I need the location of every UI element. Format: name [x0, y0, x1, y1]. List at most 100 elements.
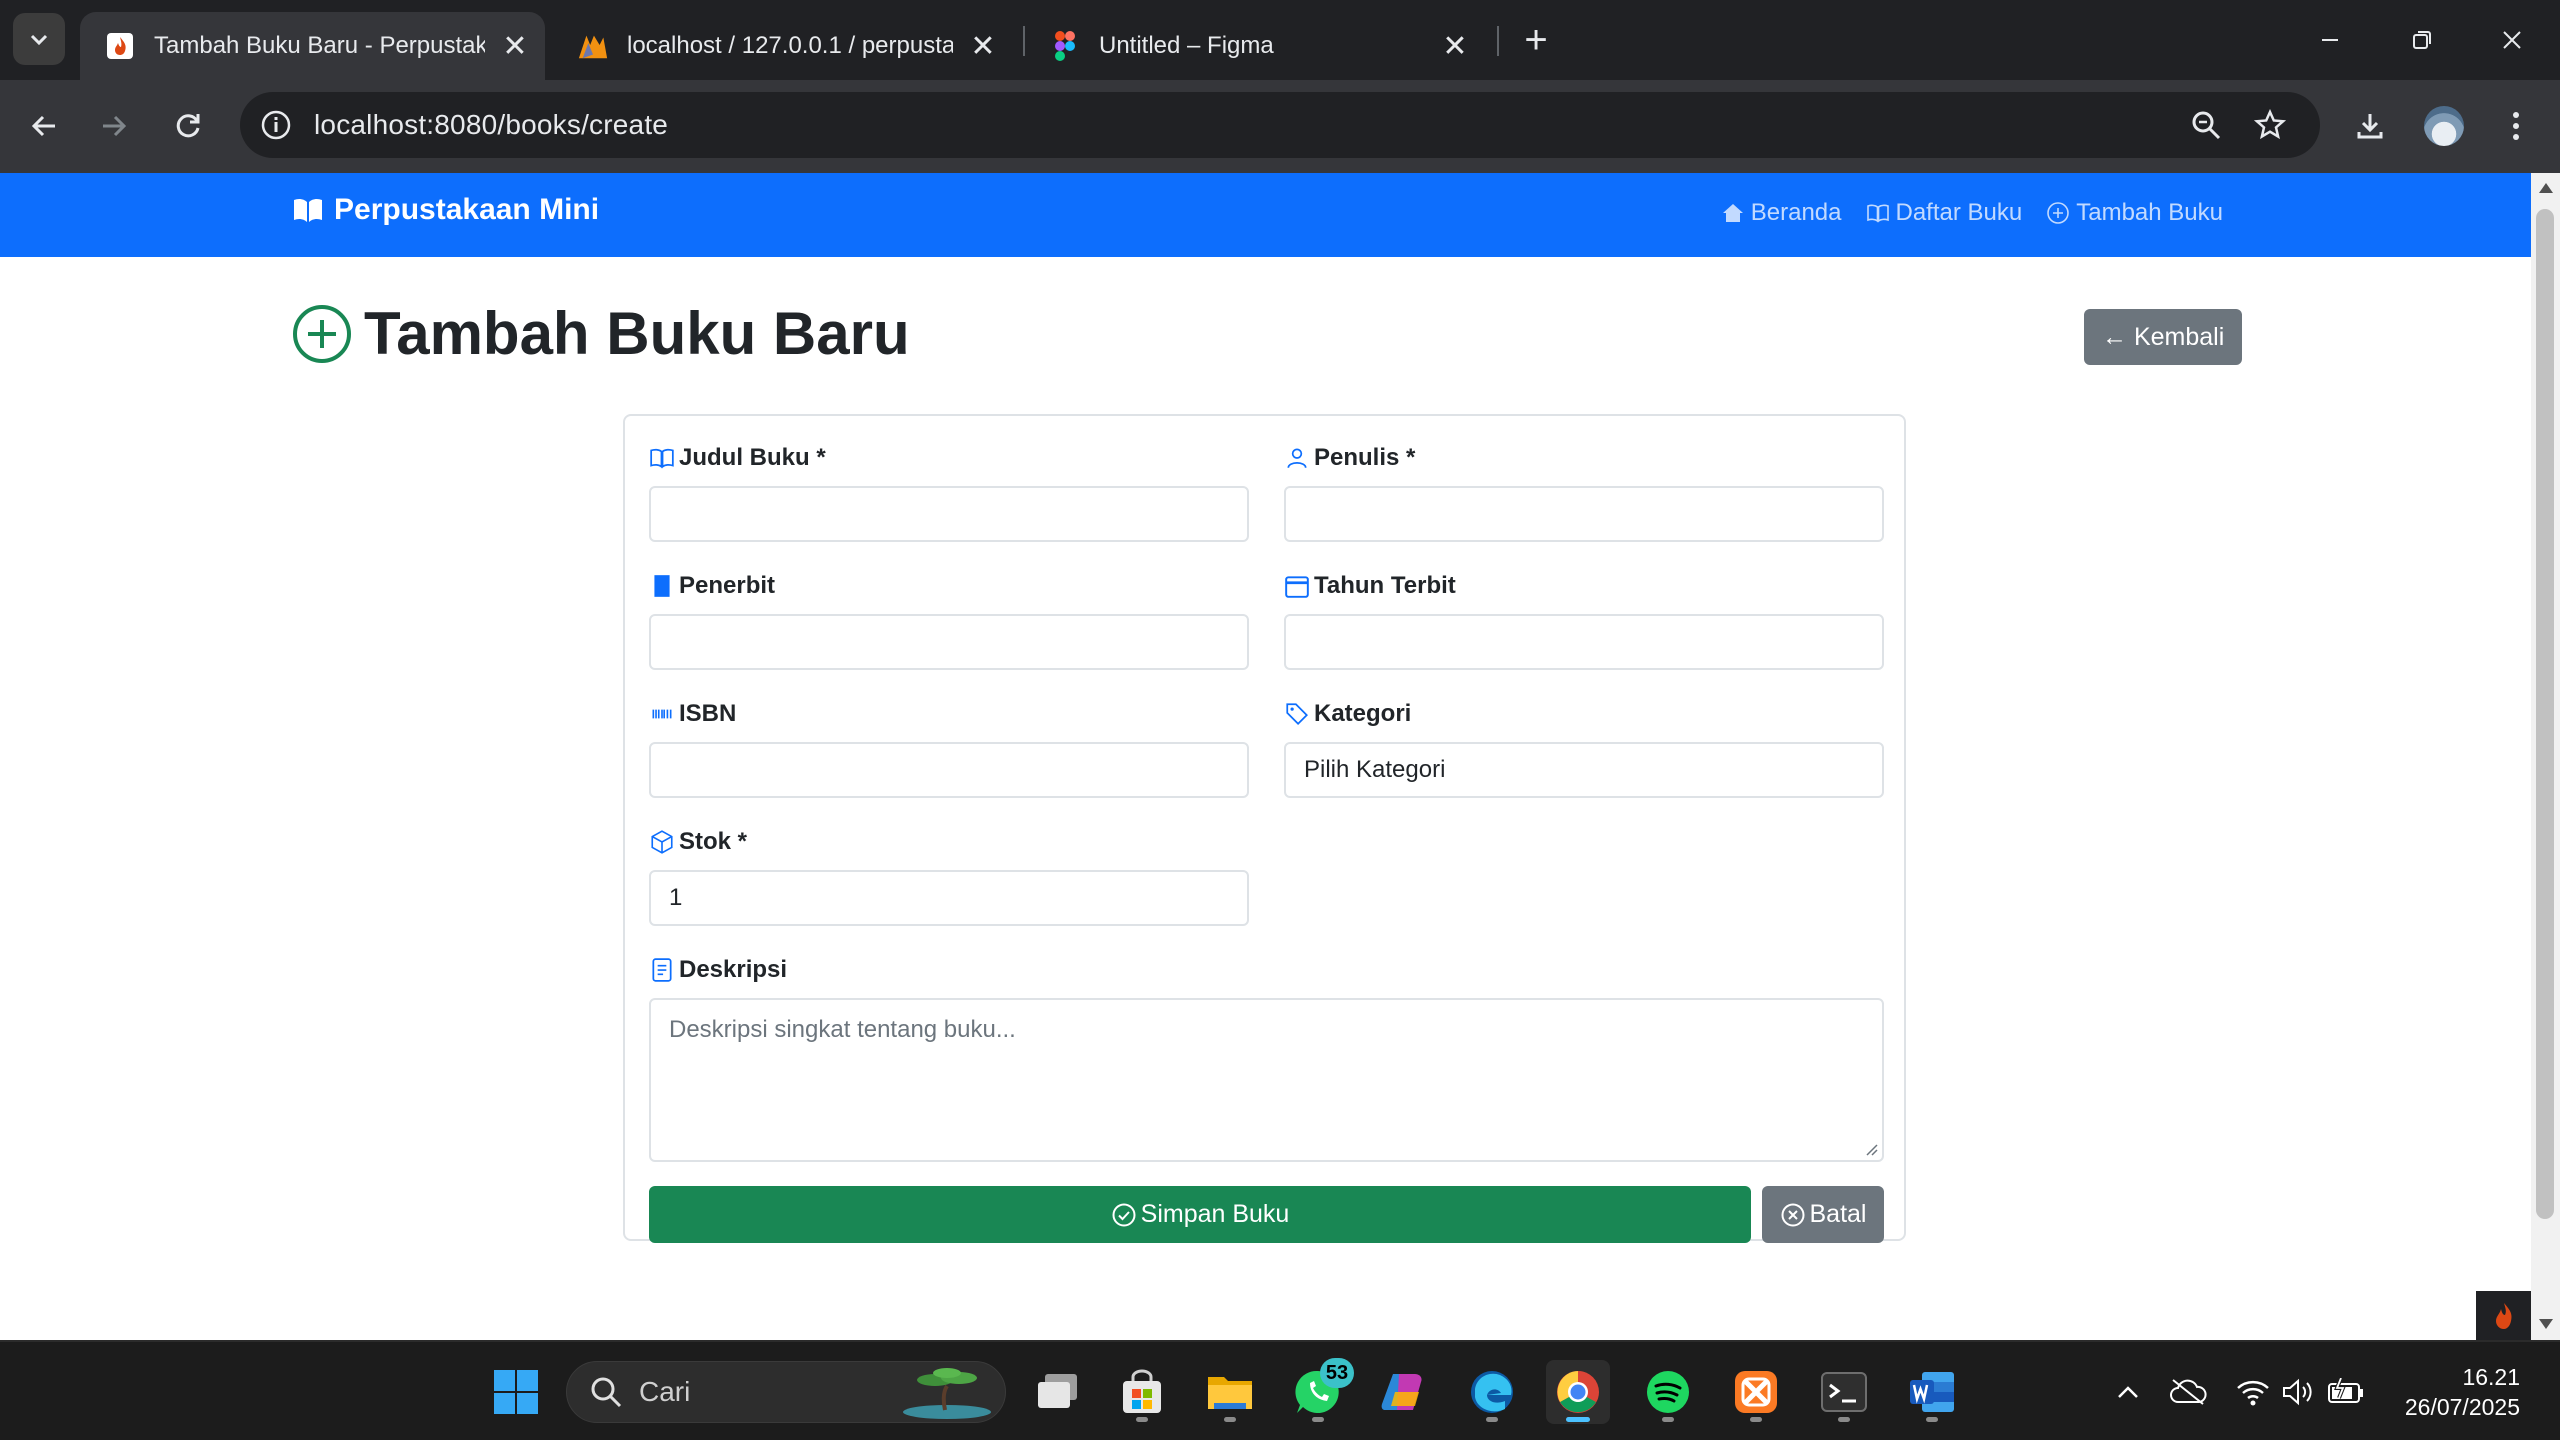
- clock-date: 26/07/2025: [2404, 1394, 2520, 1420]
- taskbar-search[interactable]: Cari: [566, 1361, 1006, 1423]
- penerbit-input[interactable]: [649, 614, 1249, 670]
- plus-circle-icon: [2047, 202, 2070, 224]
- task-view-button[interactable]: [1026, 1360, 1090, 1424]
- download-icon[interactable]: [2342, 98, 2398, 154]
- label-kategori: Kategori: [1284, 700, 1411, 728]
- taskbar-xampp[interactable]: [1724, 1360, 1788, 1424]
- wifi-icon[interactable]: [2234, 1374, 2272, 1410]
- taskbar-whatsapp[interactable]: 53: [1286, 1358, 1354, 1424]
- tab-separator: [1497, 26, 1499, 56]
- house-icon: [1722, 204, 1743, 222]
- scroll-up-icon[interactable]: [2539, 183, 2553, 193]
- taskbar-edge[interactable]: [1460, 1360, 1524, 1424]
- figma-icon: [1049, 30, 1081, 62]
- check-circle-icon: [1112, 1203, 1136, 1226]
- penulis-input[interactable]: [1284, 486, 1884, 542]
- taskbar-clock[interactable]: 16.21 26/07/2025: [2405, 1362, 2520, 1422]
- battery-charging-icon[interactable]: [2326, 1374, 2366, 1410]
- tab-search-button[interactable]: [13, 13, 65, 65]
- back-button[interactable]: ← Kembali: [2084, 309, 2243, 365]
- plus-circle-icon: [293, 304, 351, 363]
- nav-daftar-buku[interactable]: Daftar Buku: [1866, 199, 2022, 227]
- tab-active[interactable]: Tambah Buku Baru - Perpustakaan Mini ✕: [80, 12, 545, 80]
- taskbar-word[interactable]: [1900, 1360, 1964, 1424]
- simpan-buku-button[interactable]: Simpan Buku: [649, 1186, 1751, 1243]
- label-text: Tahun Terbit: [1314, 572, 1456, 599]
- reload-icon[interactable]: [160, 98, 216, 154]
- minimize-icon[interactable]: [2300, 12, 2360, 68]
- show-hidden-icons-chevron-up-icon[interactable]: [2108, 1376, 2148, 1408]
- kebab-menu-icon[interactable]: [2488, 98, 2544, 154]
- brand-link[interactable]: Perpustakaan Mini: [292, 193, 599, 227]
- zoom-icon[interactable]: [2186, 105, 2226, 145]
- close-icon[interactable]: ✕: [497, 28, 533, 64]
- running-indicator: [1486, 1417, 1498, 1422]
- file-text-icon: [649, 957, 675, 983]
- xampp-icon: [1735, 1371, 1777, 1413]
- address-bar[interactable]: localhost:8080/books/create: [240, 92, 2320, 158]
- taskbar-chrome[interactable]: [1546, 1360, 1610, 1424]
- edge-icon: [1471, 1371, 1513, 1413]
- taskbar-spotify[interactable]: [1636, 1360, 1700, 1424]
- back-arrow-icon[interactable]: [16, 98, 72, 154]
- scroll-down-icon[interactable]: [2539, 1319, 2553, 1329]
- x-circle-icon: [1781, 1203, 1804, 1226]
- judul-buku-input[interactable]: [649, 486, 1249, 542]
- windows-taskbar: Cari 53 16.21 26/07/2025: [0, 1340, 2560, 1440]
- kategori-select[interactable]: Pilih Kategori: [1284, 742, 1884, 798]
- stok-input[interactable]: 1: [649, 870, 1249, 926]
- taskbar-file-explorer[interactable]: [1198, 1360, 1262, 1424]
- nav-label: Tambah Buku: [2076, 199, 2223, 226]
- start-button[interactable]: [484, 1360, 548, 1424]
- barcode-icon: [649, 701, 675, 727]
- batal-button[interactable]: Batal: [1762, 1186, 1884, 1243]
- nav-links: Beranda Daftar Buku Tambah Buku: [1721, 199, 2223, 227]
- tab-phpmyadmin[interactable]: localhost / 127.0.0.1 / perpustakaan ✕: [553, 12, 1013, 80]
- tahun-terbit-input[interactable]: [1284, 614, 1884, 670]
- chevron-down-icon: [30, 34, 48, 46]
- tab-title: Tambah Buku Baru - Perpustakaan Mini: [154, 32, 485, 59]
- bookmark-star-icon[interactable]: [2250, 105, 2290, 145]
- label-text: Deskripsi: [679, 956, 788, 983]
- url-text[interactable]: localhost:8080/books/create: [314, 109, 668, 141]
- label-penulis: Penulis *: [1284, 444, 1415, 472]
- page-scrollbar[interactable]: [2531, 173, 2560, 1340]
- forward-arrow-icon[interactable]: [86, 98, 142, 154]
- close-icon[interactable]: ✕: [965, 28, 1001, 64]
- tab-title: Untitled – Figma: [1099, 32, 1274, 59]
- profile-avatar[interactable]: [2416, 98, 2472, 154]
- nav-tambah-buku[interactable]: Tambah Buku: [2046, 199, 2223, 227]
- label-tahun: Tahun Terbit: [1284, 572, 1456, 600]
- app-navbar: Perpustakaan Mini Beranda Daftar Buku Ta…: [0, 173, 2531, 257]
- box-icon: [649, 829, 675, 855]
- nav-label: Beranda: [1750, 199, 1842, 226]
- search-icon: [591, 1377, 622, 1408]
- book-icon: [1866, 204, 1889, 223]
- isbn-input[interactable]: [649, 742, 1249, 798]
- site-info-icon[interactable]: [258, 107, 294, 143]
- debug-toolbar-toggle[interactable]: [2476, 1291, 2531, 1340]
- onedrive-offline-icon[interactable]: [2166, 1374, 2210, 1410]
- taskbar-microsoft-store[interactable]: [1110, 1360, 1174, 1424]
- running-indicator: [1926, 1417, 1938, 1422]
- copilot-icon: [1381, 1374, 1422, 1410]
- deskripsi-placeholder: Deskripsi singkat tentang buku...: [669, 1016, 1016, 1043]
- windows-logo-icon: [494, 1370, 538, 1414]
- window-close-icon[interactable]: [2482, 12, 2542, 68]
- search-placeholder: Cari: [639, 1376, 691, 1407]
- volume-icon[interactable]: [2280, 1374, 2318, 1410]
- tab-figma[interactable]: Untitled – Figma ✕: [1025, 12, 1485, 80]
- flame-icon: [104, 30, 136, 62]
- taskbar-terminal[interactable]: [1812, 1360, 1876, 1424]
- book-icon: [649, 445, 675, 471]
- close-icon[interactable]: ✕: [1437, 28, 1473, 64]
- new-tab-plus-icon[interactable]: +: [1516, 18, 1556, 62]
- taskbar-copilot[interactable]: [1372, 1360, 1436, 1424]
- nav-beranda[interactable]: Beranda: [1721, 199, 1842, 227]
- resize-grip-icon[interactable]: [1864, 1142, 1878, 1156]
- restore-icon[interactable]: [2392, 12, 2452, 68]
- running-indicator: [1312, 1417, 1324, 1422]
- deskripsi-textarea[interactable]: Deskripsi singkat tentang buku...: [649, 998, 1884, 1162]
- label-text: Judul Buku *: [679, 444, 826, 471]
- scroll-thumb[interactable]: [2536, 209, 2554, 1219]
